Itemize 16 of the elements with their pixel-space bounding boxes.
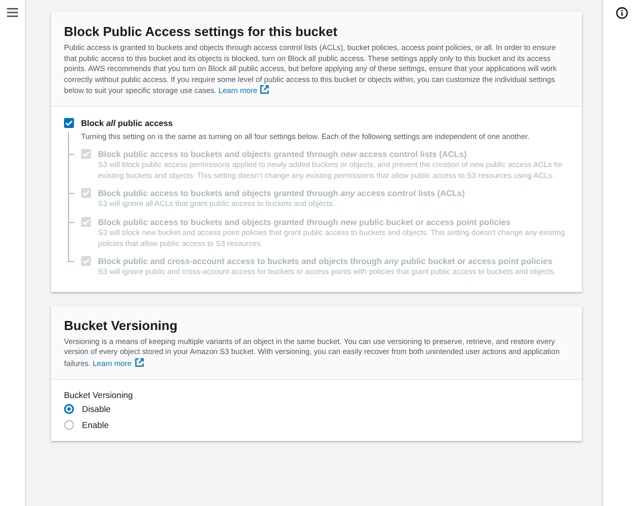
info-icon[interactable] [616,7,628,19]
field-label: Bucket Versioning [64,390,134,400]
option-label: Block public access to buckets and objects granted through new public bucket or access point policies [98,216,512,228]
radio-label: Enable [82,419,109,432]
external-link-icon [134,358,144,367]
option-label: Block all public access [81,116,173,129]
option-label: Block public access to buckets and objects granted through any access control lists (ACLs) [98,187,465,200]
radio-button[interactable] [64,420,74,430]
option-label: Block public access to buckets and objects granted through new access control lists (ACLs) [98,148,468,160]
radio-label: Disable [82,403,111,416]
panel-title: Block Public Access settings for this bucket [64,24,338,40]
external-link-icon [260,85,270,94]
panel-title: Bucket Versioning [64,318,178,334]
radio-button[interactable] [64,404,74,414]
option-label: Block public and cross-account access to buckets and objects through any public bucket or access point policies [98,255,554,268]
menu-icon[interactable] [7,8,18,17]
